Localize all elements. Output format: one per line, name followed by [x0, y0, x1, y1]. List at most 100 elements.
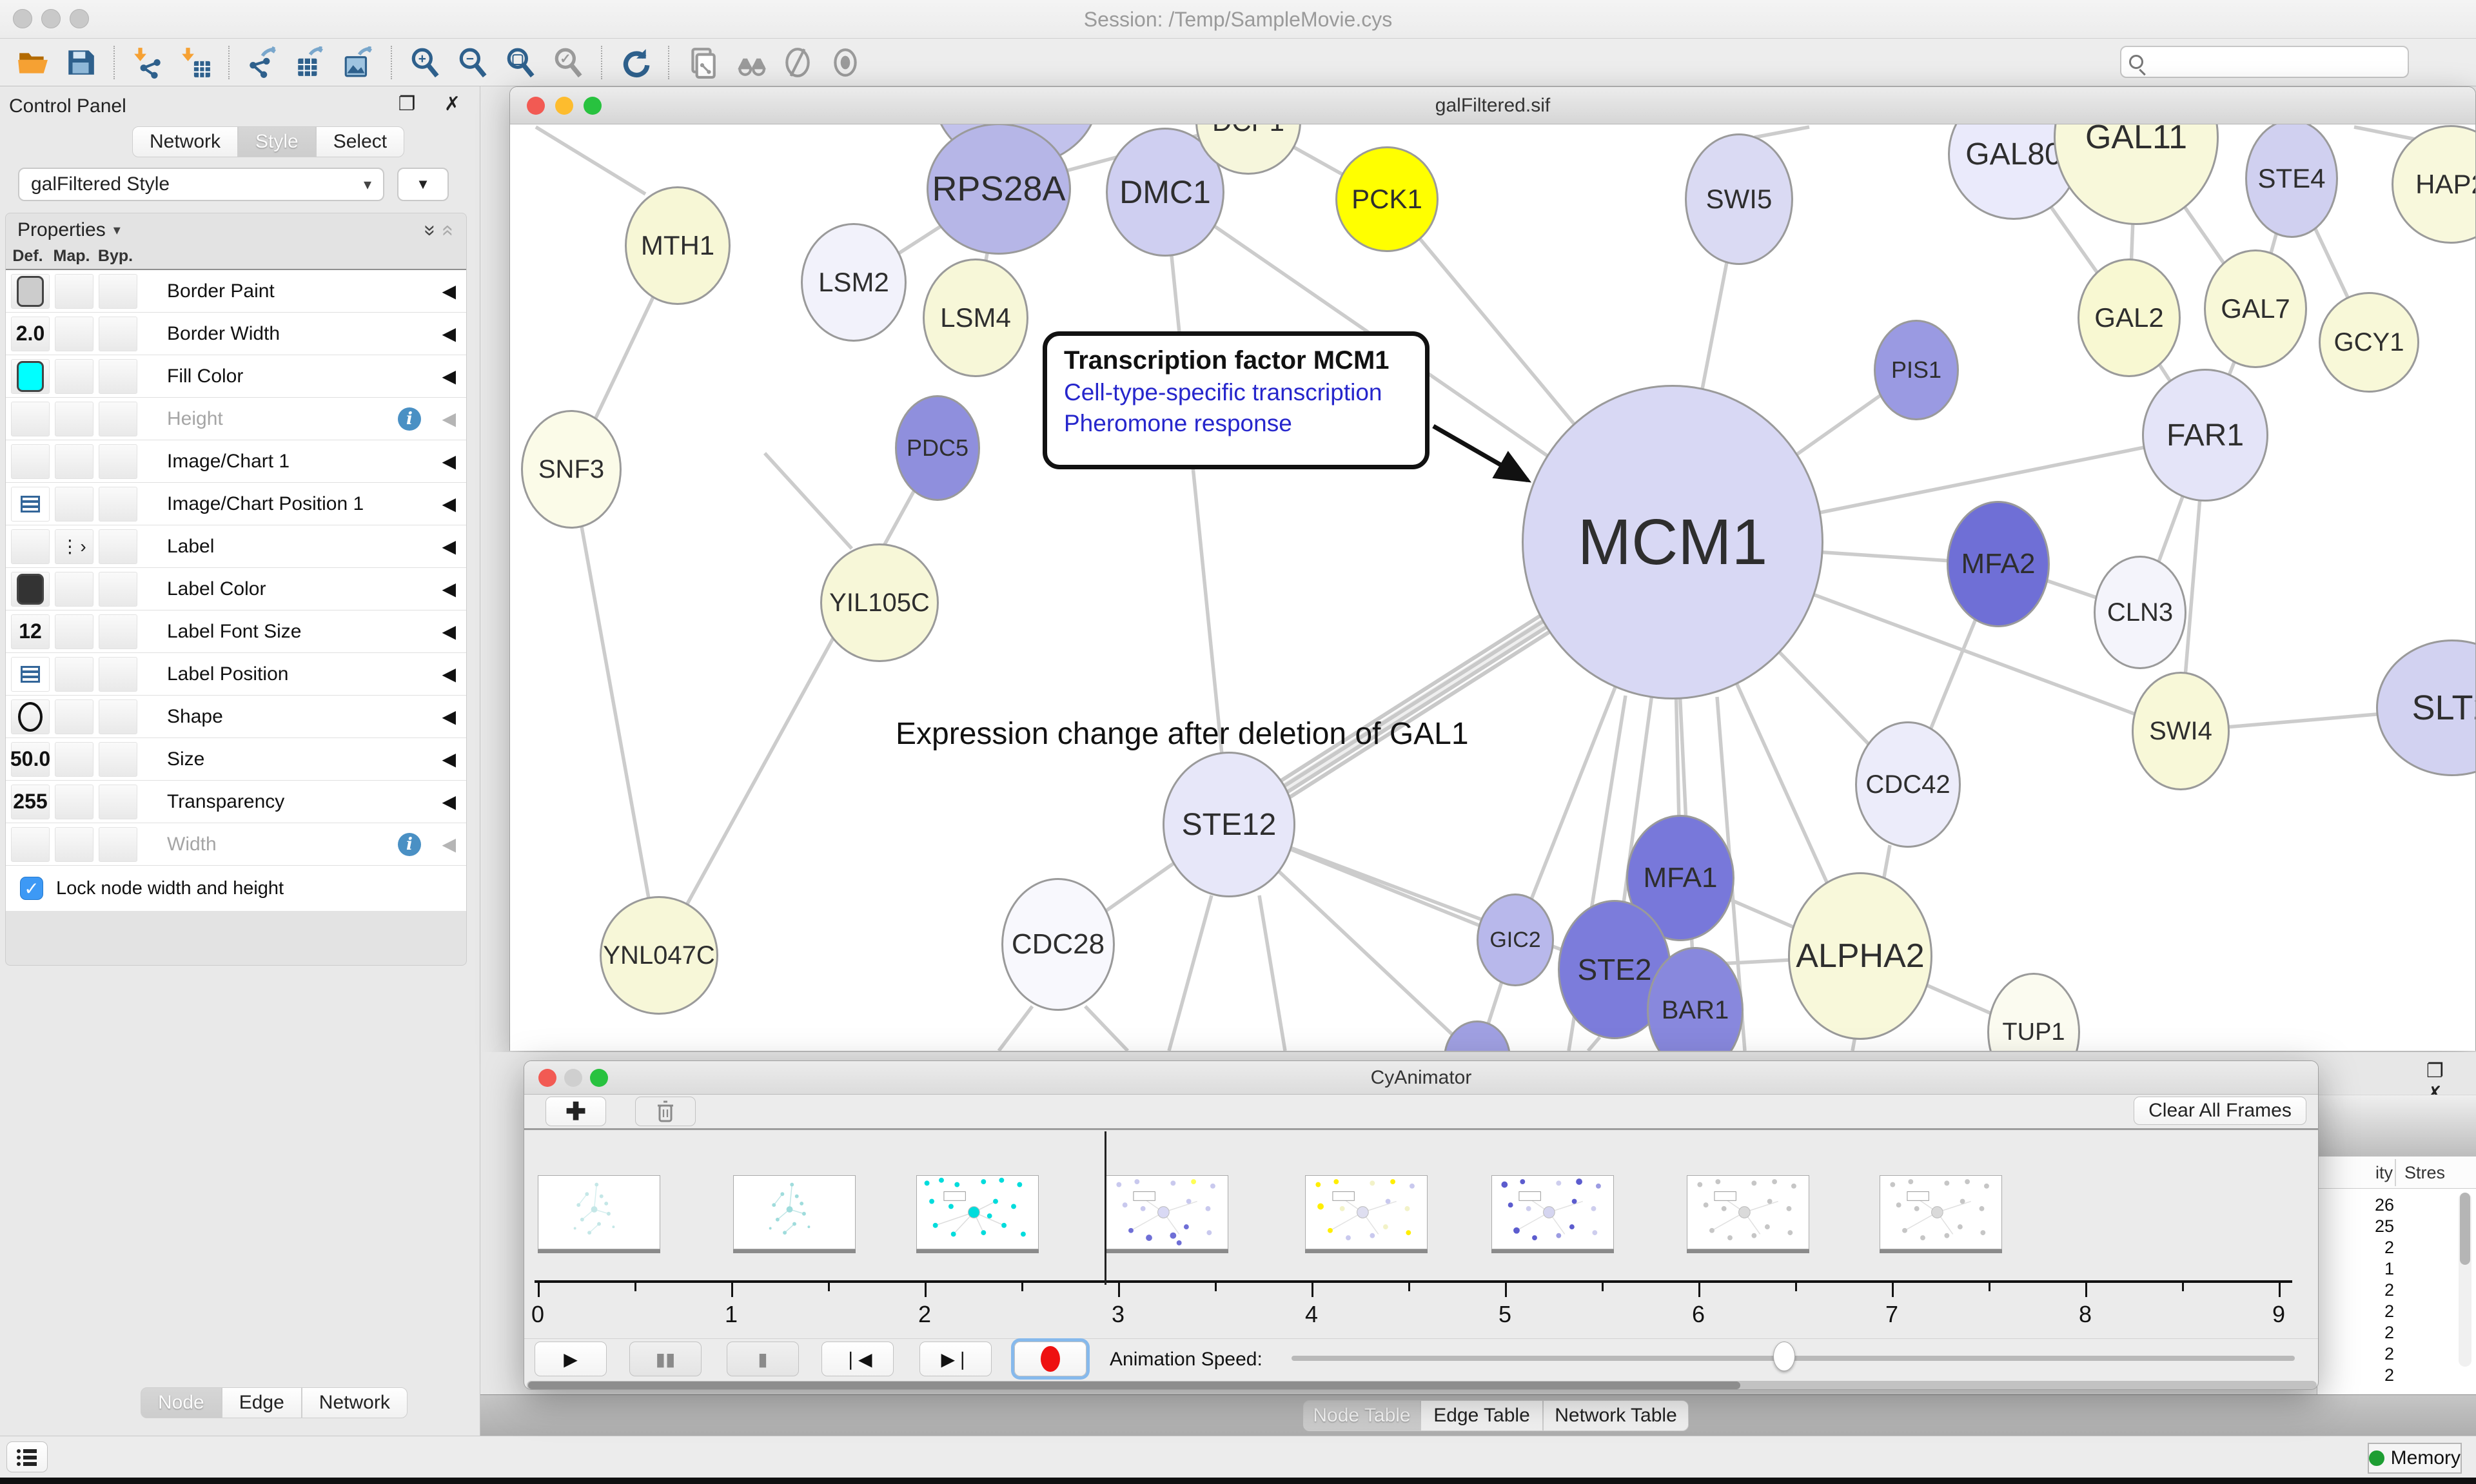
column-header[interactable]: Stres: [2404, 1163, 2445, 1183]
network-node-ALPHA2[interactable]: ALPHA2: [1788, 872, 1932, 1040]
property-default-cell[interactable]: [11, 529, 50, 564]
annotation-link[interactable]: Cell-type-specific transcription: [1064, 379, 1408, 406]
import-network-button[interactable]: [129, 44, 166, 81]
property-mapping-cell[interactable]: [55, 274, 93, 309]
property-default-cell[interactable]: 255: [11, 785, 50, 819]
property-bypass-cell[interactable]: [99, 785, 137, 819]
network-node-YNL047C[interactable]: YNL047C: [600, 896, 718, 1015]
tab-network[interactable]: Network: [132, 126, 238, 157]
tab-node[interactable]: Node: [141, 1387, 222, 1418]
collapse-arrow-icon[interactable]: ◀: [442, 663, 456, 685]
tab-edge[interactable]: Edge: [222, 1387, 302, 1418]
property-bypass-cell[interactable]: [99, 614, 137, 649]
property-default-cell[interactable]: [11, 572, 50, 607]
slider-thumb[interactable]: [1773, 1342, 1795, 1371]
export-image-button[interactable]: [339, 44, 377, 81]
collapse-arrow-icon[interactable]: ◀: [442, 578, 456, 600]
table-cell-value[interactable]: 2: [2330, 1323, 2394, 1343]
property-mapping-cell[interactable]: [55, 614, 93, 649]
property-bypass-cell[interactable]: [99, 359, 137, 394]
network-node-PCK1[interactable]: PCK1: [1335, 146, 1439, 252]
network-node-GAL2[interactable]: GAL2: [2078, 259, 2181, 377]
zoom-fit-button[interactable]: ▢: [502, 44, 539, 81]
network-node-LSM4[interactable]: LSM4: [923, 259, 1028, 377]
clear-all-frames-button[interactable]: Clear All Frames: [2134, 1097, 2306, 1125]
network-node-RPS28A[interactable]: RPS28A: [927, 124, 1071, 255]
show-panels-button[interactable]: [6, 1441, 48, 1472]
property-default-cell[interactable]: 12: [11, 614, 50, 649]
property-mapping-cell[interactable]: [55, 402, 93, 436]
collapse-arrow-icon[interactable]: ◀: [442, 408, 456, 429]
column-header[interactable]: ity: [2375, 1163, 2393, 1183]
hide-selected-button[interactable]: [779, 44, 816, 81]
property-bypass-cell[interactable]: [99, 572, 137, 607]
tab-style[interactable]: Style: [238, 126, 316, 157]
property-default-cell[interactable]: [11, 657, 50, 692]
collapse-arrow-icon[interactable]: ◀: [442, 706, 456, 727]
collapse-arrow-icon[interactable]: ◀: [442, 834, 456, 855]
frame-thumbnail-0[interactable]: [538, 1175, 660, 1249]
collapse-all-icon[interactable]: «: [437, 224, 461, 236]
collapse-arrow-icon[interactable]: ◀: [442, 451, 456, 472]
network-node-CDC28[interactable]: CDC28: [1001, 878, 1115, 1011]
properties-menu-icon[interactable]: ▾: [113, 222, 121, 239]
open-session-button[interactable]: [14, 44, 52, 81]
network-node-STE12[interactable]: STE12: [1163, 752, 1295, 897]
first-neighbors-button[interactable]: [731, 44, 769, 81]
timeline-playhead[interactable]: [1105, 1131, 1106, 1285]
property-mapping-cell[interactable]: [55, 657, 93, 692]
property-mapping-cell[interactable]: [55, 317, 93, 351]
style-selector[interactable]: galFiltered Style ▾: [18, 168, 384, 201]
property-bypass-cell[interactable]: [99, 657, 137, 692]
frame-thumbnail-2[interactable]: [916, 1175, 1039, 1249]
network-node-LSM2[interactable]: LSM2: [801, 223, 907, 342]
tab-select[interactable]: Select: [316, 126, 404, 157]
property-mapping-cell[interactable]: [55, 699, 93, 734]
collapse-arrow-icon[interactable]: ◀: [442, 791, 456, 812]
property-bypass-cell[interactable]: [99, 699, 137, 734]
property-default-cell[interactable]: [11, 274, 50, 309]
collapse-arrow-icon[interactable]: ◀: [442, 748, 456, 770]
memory-button[interactable]: Memory: [2368, 1443, 2462, 1474]
collapse-arrow-icon[interactable]: ◀: [442, 536, 456, 557]
play-button[interactable]: ▶: [535, 1342, 607, 1376]
tab-node-table[interactable]: Node Table: [1303, 1400, 1420, 1431]
collapse-arrow-icon[interactable]: ◀: [442, 493, 456, 514]
network-node-PIS1[interactable]: PIS1: [1874, 320, 1959, 420]
table-cell-value[interactable]: 2: [2330, 1365, 2394, 1385]
property-mapping-cell[interactable]: [55, 444, 93, 479]
frame-thumbnail-6[interactable]: [1687, 1175, 1809, 1249]
search-field[interactable]: [2120, 46, 2409, 78]
property-mapping-cell[interactable]: ⋮›: [55, 529, 93, 564]
property-default-cell[interactable]: [11, 359, 50, 394]
network-node-MTH1[interactable]: MTH1: [625, 186, 731, 305]
collapse-arrow-icon[interactable]: ◀: [442, 621, 456, 642]
lock-size-checkbox[interactable]: ✓: [20, 877, 43, 900]
delete-frame-button[interactable]: [635, 1097, 696, 1126]
table-cell-value[interactable]: 2: [2330, 1280, 2394, 1300]
search-input[interactable]: [2150, 52, 2400, 72]
property-bypass-cell[interactable]: [99, 402, 137, 436]
property-default-cell[interactable]: 50.0: [11, 742, 50, 777]
table-cell-value[interactable]: 2: [2330, 1344, 2394, 1364]
network-window-titlebar[interactable]: galFiltered.sif: [510, 87, 2475, 124]
show-all-button[interactable]: [827, 44, 864, 81]
property-bypass-cell[interactable]: [99, 444, 137, 479]
zoom-selected-button[interactable]: ✓: [549, 44, 587, 81]
property-default-cell[interactable]: [11, 402, 50, 436]
tab-network[interactable]: Network: [302, 1387, 408, 1418]
export-network-button[interactable]: [244, 44, 281, 81]
network-node-MFA2[interactable]: MFA2: [1947, 501, 2050, 627]
network-node-STE4[interactable]: STE4: [2245, 124, 2338, 238]
frame-thumbnail-1[interactable]: [733, 1175, 856, 1249]
refresh-button[interactable]: [616, 44, 654, 81]
table-cell-value[interactable]: 26: [2330, 1195, 2394, 1215]
network-node-MCM1[interactable]: MCM1: [1522, 385, 1823, 699]
network-node-CLN3[interactable]: CLN3: [2094, 556, 2186, 669]
save-session-button[interactable]: [62, 44, 99, 81]
property-bypass-cell[interactable]: [99, 529, 137, 564]
previous-frame-button[interactable]: ❘◀: [821, 1342, 894, 1376]
style-options-button[interactable]: ▼: [397, 168, 449, 201]
collapse-arrow-icon[interactable]: ◀: [442, 323, 456, 344]
import-table-button[interactable]: [177, 44, 214, 81]
